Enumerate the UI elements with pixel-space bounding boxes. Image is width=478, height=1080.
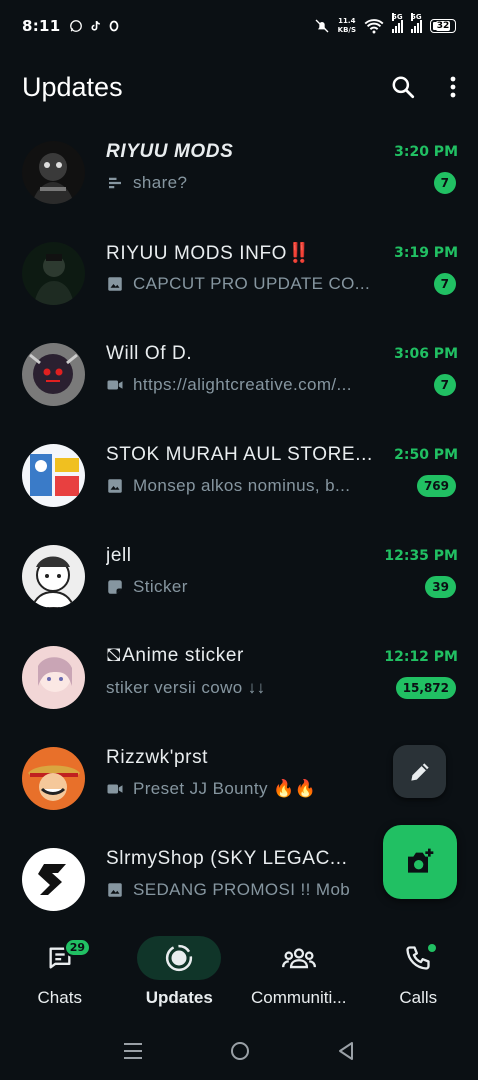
camera-plus-icon [408, 848, 434, 873]
battery-icon: 32 [430, 19, 456, 33]
chat-time: 12:35 PM [384, 548, 458, 564]
tab-label: Calls [399, 988, 438, 1007]
avatar [22, 545, 85, 608]
list-item[interactable]: STOK MURAH AUL STORE... 2:50 PM Monsep a… [0, 425, 478, 526]
unread-badge: 7 [431, 271, 458, 297]
back-icon[interactable] [337, 1041, 355, 1061]
chat-name: RIYUU MODS INFO‼️ [106, 243, 312, 264]
chat-name: RIYUU MODS [106, 141, 234, 162]
mute-icon [315, 19, 329, 33]
wifi-icon [364, 19, 384, 34]
video-icon [107, 784, 123, 794]
home-icon[interactable] [230, 1041, 250, 1061]
chat-preview: https://alightcreative.com/... [133, 375, 352, 394]
chat-preview: Monsep alkos nominus, b... [133, 476, 351, 495]
page-title: Updates [22, 71, 123, 102]
list-item[interactable]: RIYUU MODS 3:20 PM share? 7 [0, 122, 478, 223]
avatar [22, 848, 85, 911]
list-item[interactable]: jell 12:35 PM Sticker 39 [0, 526, 478, 627]
unread-badge: 7 [431, 170, 458, 196]
chat-name: STOK MURAH AUL STORE... [106, 444, 373, 465]
communities-icon [281, 948, 316, 969]
updates-icon [166, 944, 193, 972]
tab-chats[interactable]: 29 Chats [0, 922, 120, 1022]
list-item[interactable]: ⛞Anime sticker 12:12 PM stiker versii co… [0, 627, 478, 728]
avatar [22, 747, 85, 810]
chat-preview: Sticker [133, 577, 188, 596]
tab-label: Chats [37, 988, 82, 1007]
avatar [22, 141, 85, 204]
chat-name: SlrmyShop (SKY LEGAC... [106, 848, 348, 869]
whatsapp-notification-icon [69, 20, 82, 32]
network-speed: 11.4 KB/S [337, 17, 356, 34]
status-bar: 8:11 11.4 KB/S 5G 5G 32 [0, 0, 478, 52]
new-text-status-button[interactable] [393, 745, 446, 798]
recent-apps-icon[interactable] [123, 1042, 143, 1060]
more-options-icon[interactable] [450, 75, 456, 99]
status-time: 8:11 [22, 17, 61, 35]
chat-time: 3:20 PM [394, 144, 458, 160]
avatar [22, 242, 85, 305]
bottom-navigation: 29 Chats Updates Communiti... Calls [0, 922, 478, 1022]
chat-time: 3:06 PM [394, 346, 458, 362]
chat-preview: CAPCUT PRO UPDATE CO... [133, 274, 371, 293]
new-status-camera-button[interactable] [383, 825, 457, 899]
tab-updates[interactable]: Updates [120, 922, 240, 1022]
unread-badge: 769 [414, 473, 458, 499]
chat-list: RIYUU MODS 3:20 PM share? 7 RIYUU MODS I… [0, 122, 478, 930]
signal-2-icon: 5G [411, 13, 422, 33]
signal-1-icon: 5G [392, 13, 403, 33]
chat-name: Will Of D. [106, 343, 193, 364]
system-navigation-bar [0, 1022, 478, 1080]
list-item[interactable]: Will Of D. 3:06 PM https://alightcreativ… [0, 324, 478, 425]
video-icon [107, 380, 123, 390]
tab-communities[interactable]: Communiti... [239, 922, 359, 1022]
notification-icons [69, 19, 120, 33]
unread-badge: 7 [431, 372, 458, 398]
unread-badge: 39 [423, 574, 458, 600]
chat-time: 3:19 PM [394, 245, 458, 261]
chat-preview: share? [133, 173, 188, 192]
chat-time: 2:50 PM [394, 447, 458, 463]
chat-name: jell [106, 545, 132, 566]
unread-badge: 15,872 [393, 675, 458, 701]
missed-call-dot [428, 944, 437, 952]
search-icon[interactable] [390, 74, 416, 100]
image-icon [108, 883, 122, 897]
chat-preview: Preset JJ Bounty 🔥🔥 [133, 779, 317, 798]
chat-name: ⛞Anime sticker [106, 645, 244, 666]
image-icon [108, 479, 122, 493]
tab-label: Communiti... [251, 988, 347, 1007]
image-icon [108, 277, 122, 291]
pencil-icon [410, 762, 429, 781]
chat-time: 12:12 PM [384, 649, 458, 665]
list-item[interactable]: RIYUU MODS INFO‼️ 3:19 PM CAPCUT PRO UPD… [0, 223, 478, 324]
status-indicators: 11.4 KB/S 5G 5G 32 [314, 13, 456, 35]
app-header: Updates [0, 62, 478, 112]
avatar [22, 444, 85, 507]
avatar [22, 343, 85, 406]
tab-calls[interactable]: Calls [359, 922, 478, 1022]
tab-label: Updates [145, 988, 213, 1007]
poll-icon [109, 177, 121, 189]
sticker-icon [108, 580, 122, 594]
avatar [22, 646, 85, 709]
tiktok-notification-icon [90, 20, 100, 31]
chat-preview: stiker versii cowo ↓↓ [106, 678, 266, 697]
chat-preview: SEDANG PROMOSI !! Mob [133, 880, 351, 899]
chats-unread-badge: 29 [63, 938, 92, 957]
ring-notification-icon [109, 20, 118, 32]
